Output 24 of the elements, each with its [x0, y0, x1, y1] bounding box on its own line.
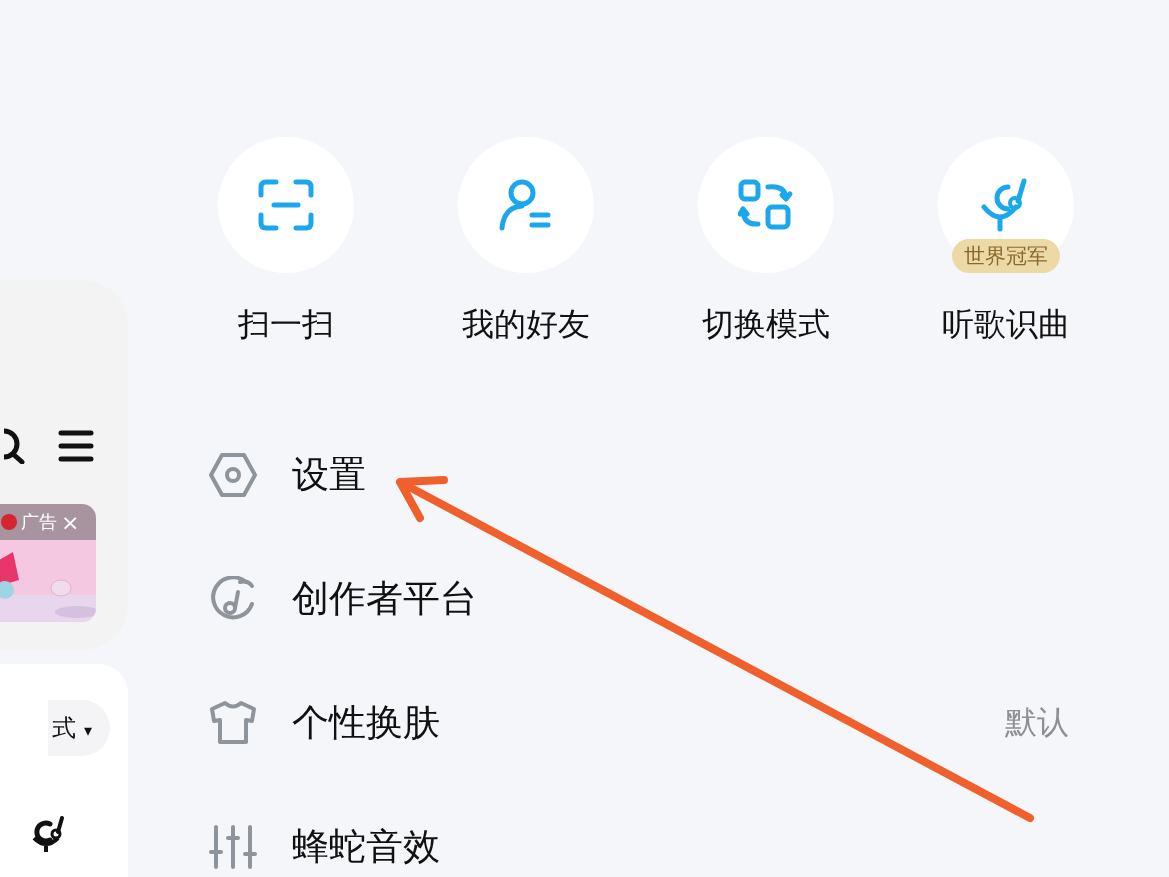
t-shirt-icon [208, 700, 258, 746]
menu-label: 蜂蛇音效 [292, 824, 440, 870]
equalizer-icon [208, 824, 258, 870]
action-button[interactable]: 世界冠军 [938, 137, 1074, 273]
menu-label: 个性换肤 [292, 700, 440, 746]
action-label: 听歌识曲 [942, 304, 1070, 345]
scan-icon [258, 179, 314, 231]
menu-label: 创作者平台 [292, 576, 477, 622]
ad-label: 广告 [21, 510, 57, 534]
action-label: 切换模式 [702, 304, 830, 345]
menu-value: 默认 [1005, 702, 1069, 743]
search-icon[interactable] [4, 428, 28, 464]
action-label: 我的好友 [462, 304, 590, 345]
mode-dropdown[interactable]: 式 ▾ [48, 700, 110, 756]
badge: 世界冠军 [952, 239, 1060, 273]
switch-icon [738, 179, 794, 231]
menu-item[interactable]: 创作者平台 [208, 575, 1069, 623]
hexagon-gear-icon [208, 452, 258, 498]
menu-label: 设置 [292, 452, 366, 498]
action-label: 扫一扫 [238, 304, 334, 345]
menu-item[interactable]: 蜂蛇音效 [208, 823, 1069, 871]
menu-item[interactable]: 个性换肤 默认 [208, 699, 1069, 747]
menu-icon[interactable] [58, 430, 94, 462]
menu-item[interactable]: 设置 [208, 451, 1069, 499]
